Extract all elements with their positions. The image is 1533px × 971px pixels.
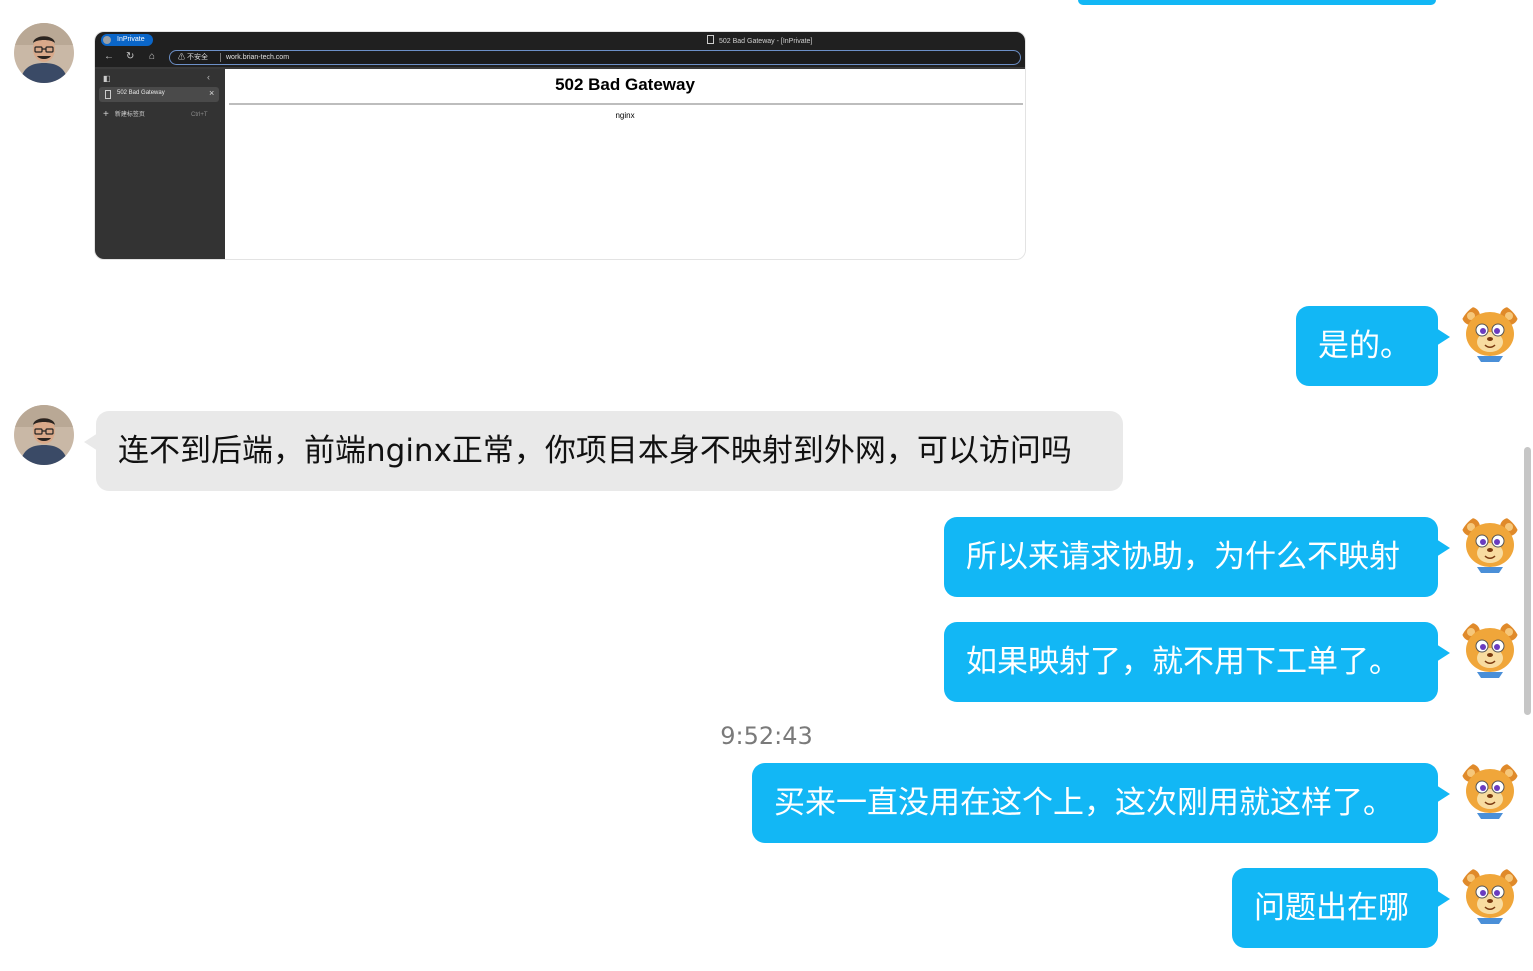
bear-icon: [1462, 623, 1518, 678]
outgoing-message[interactable]: 问题出在哪: [1232, 868, 1438, 948]
window-title-text: 502 Bad Gateway - [InPrivate]: [719, 38, 813, 45]
browser-screenshot-image[interactable]: InPrivate 502 Bad Gateway - [InPrivate] …: [94, 31, 1026, 260]
new-tab-item: + 新建标签页: [103, 109, 145, 120]
window-title: 502 Bad Gateway - [InPrivate]: [707, 35, 812, 45]
tab-actions-icon: ◧: [103, 74, 111, 83]
tab-close-icon: ×: [209, 88, 215, 98]
contact-avatar-image: [14, 405, 74, 465]
back-arrow-icon: ←: [104, 51, 114, 62]
server-name: nginx: [615, 111, 635, 120]
bubble-tail: [1436, 785, 1450, 803]
collapse-sidebar-icon: ‹: [207, 72, 210, 82]
active-tab: 502 Bad Gateway ×: [99, 87, 219, 102]
heading-rule: [229, 103, 1023, 105]
page-icon: [707, 35, 714, 44]
outgoing-message[interactable]: 买来一直没用在这个上，这次刚用就这样了。: [752, 763, 1438, 843]
tab-title: 502 Bad Gateway: [117, 90, 165, 96]
refresh-icon: ↻: [126, 51, 135, 62]
inprivate-badge: InPrivate: [101, 34, 153, 46]
self-avatar[interactable]: [1459, 618, 1521, 680]
tab-page-icon: [105, 90, 111, 99]
self-avatar[interactable]: [1459, 302, 1521, 364]
bear-icon: [1462, 307, 1518, 362]
incoming-message[interactable]: 连不到后端，前端nginx正常，你项目本身不映射到外网，可以访问吗: [96, 411, 1123, 491]
bear-icon: [1462, 764, 1518, 819]
bubble-tail: [1436, 644, 1450, 662]
self-avatar[interactable]: [1459, 759, 1521, 821]
vertical-tabs-sidebar: ◧ ‹ 502 Bad Gateway × + 新建标签页 Ctrl+T: [95, 69, 225, 259]
url-text: work.brian-tech.com: [226, 54, 290, 61]
plus-icon: +: [103, 109, 109, 120]
url-divider: [220, 53, 221, 62]
error-heading: 502 Bad Gateway: [555, 75, 695, 94]
bubble-tail: [1436, 539, 1450, 557]
contact-avatar[interactable]: [14, 405, 74, 465]
self-avatar[interactable]: [1459, 864, 1521, 926]
bear-icon: [1462, 518, 1518, 573]
outgoing-message[interactable]: 是的。: [1296, 306, 1438, 386]
address-bar: ⚠ 不安全 work.brian-tech.com: [169, 50, 1021, 65]
outgoing-message[interactable]: 如果映射了，就不用下工单了。: [944, 622, 1438, 702]
new-tab-shortcut: Ctrl+T: [191, 112, 208, 118]
self-avatar[interactable]: [1459, 513, 1521, 575]
contact-avatar-image: [14, 23, 74, 83]
new-tab-label: 新建标签页: [114, 112, 145, 118]
home-icon: ⌂: [149, 51, 156, 62]
contact-avatar[interactable]: [14, 23, 74, 83]
chat-scrollbar[interactable]: [1524, 447, 1531, 715]
outgoing-message[interactable]: 所以来请求协助，为什么不映射: [944, 517, 1438, 597]
browser-page-content: 502 Bad Gateway nginx: [225, 69, 1025, 259]
bear-icon: [1462, 869, 1518, 924]
previous-message-bubble-edge: [1078, 0, 1436, 5]
bubble-tail: [1436, 890, 1450, 908]
message-timestamp: 9:52:43: [720, 722, 813, 750]
insecure-warning: ⚠ 不安全: [178, 54, 208, 61]
bubble-tail: [1436, 328, 1450, 346]
profile-icon: [103, 36, 111, 44]
chat-window: InPrivate 502 Bad Gateway - [InPrivate] …: [0, 0, 1533, 971]
insecure-label: 不安全: [186, 54, 208, 61]
inprivate-label: InPrivate: [117, 36, 145, 43]
browser-titlebar: InPrivate 502 Bad Gateway - [InPrivate]: [95, 32, 1025, 48]
